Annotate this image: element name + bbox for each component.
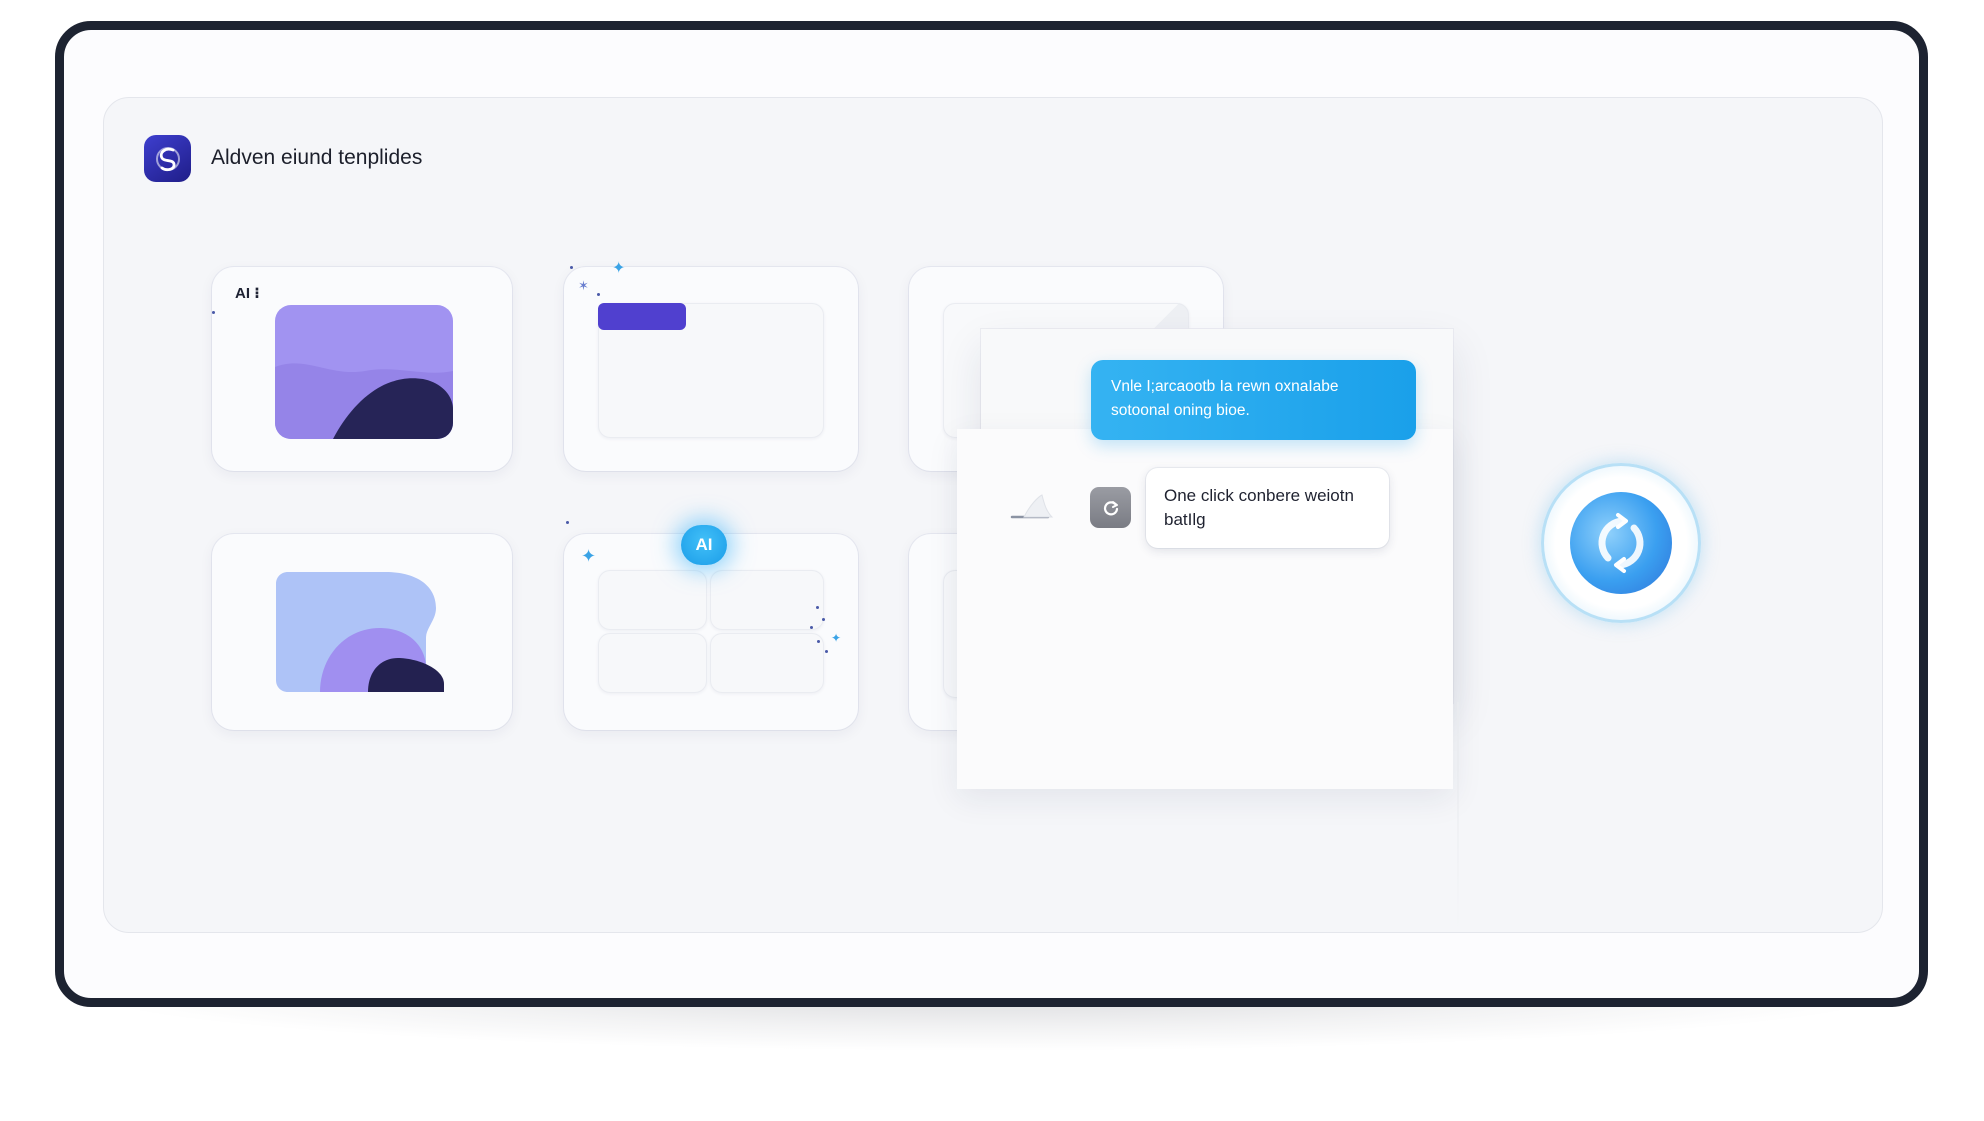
paper-plane-icon[interactable] bbox=[1008, 487, 1056, 527]
sparkle-dot bbox=[566, 521, 569, 524]
sparkle-dot bbox=[597, 293, 600, 296]
grid-cell-2 bbox=[710, 570, 824, 630]
ai-badge[interactable]: AI bbox=[681, 525, 727, 565]
sparkle-dot bbox=[810, 626, 813, 629]
header-bar bbox=[598, 303, 686, 330]
sparkle-icon: ✦ bbox=[612, 260, 626, 277]
grid-cell-3 bbox=[598, 633, 707, 693]
page-title: Aldven eiund tenplides bbox=[211, 146, 423, 169]
sparkle-dot bbox=[570, 266, 573, 269]
sync-icon[interactable] bbox=[1541, 463, 1701, 623]
template-card-illustration[interactable] bbox=[212, 534, 512, 730]
chat-panel-edge bbox=[1457, 702, 1459, 932]
sync-core bbox=[1570, 492, 1672, 594]
template-card-image[interactable]: AI ⁝ bbox=[212, 267, 512, 471]
sparkle-dot bbox=[822, 618, 825, 621]
grid-cell-1 bbox=[598, 570, 707, 630]
ai-tag: AI ⁝ bbox=[235, 285, 260, 302]
sparkle-dot bbox=[817, 640, 820, 643]
sparkle-dot bbox=[816, 606, 819, 609]
sparkle-icon: ✦ bbox=[581, 546, 597, 566]
refresh-icon[interactable] bbox=[1090, 487, 1131, 528]
grid-cell-4 bbox=[710, 633, 824, 693]
ai-message-bubble: Vnle I;arcaootb Ia rewn oxnaIabe sotoona… bbox=[1091, 360, 1416, 440]
user-message-bubble: One click conbere weiotn batIlg bbox=[1146, 468, 1389, 548]
template-card-layout[interactable] bbox=[564, 267, 858, 471]
image-placeholder-icon bbox=[275, 305, 453, 439]
sparkle-dot bbox=[825, 650, 828, 653]
illustration-icon bbox=[276, 572, 444, 692]
sparkle-dot bbox=[212, 311, 215, 314]
sparkle-icon: ✶ bbox=[578, 278, 589, 293]
swirl-logo-icon[interactable] bbox=[144, 135, 191, 182]
sparkle-icon: ✦ bbox=[831, 631, 842, 645]
